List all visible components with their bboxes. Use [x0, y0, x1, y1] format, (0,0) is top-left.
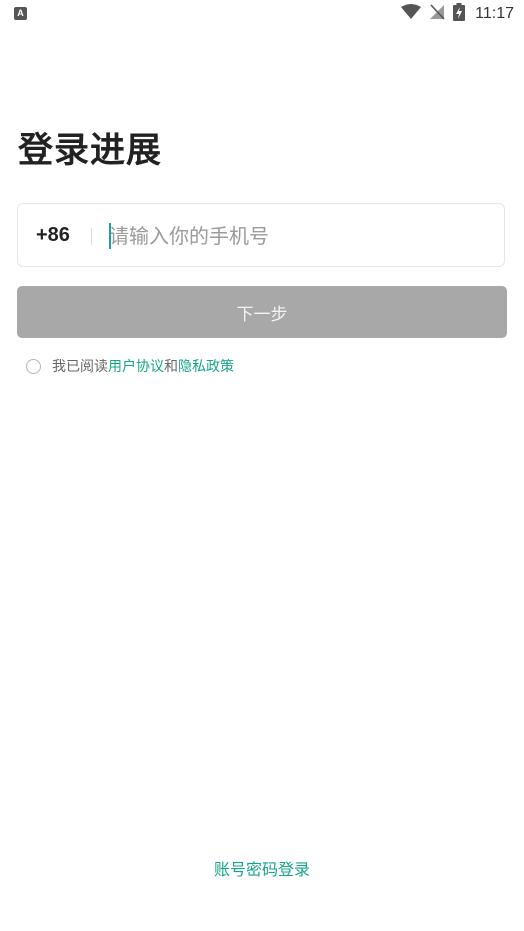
agreement-prefix: 我已阅读: [52, 359, 108, 375]
user-agreement-link[interactable]: 用户协议: [108, 356, 164, 376]
agreement-row: 我已阅读 用户协议 和 隐私政策: [26, 355, 234, 377]
battery-charging-icon: [453, 3, 466, 25]
status-time: 11:17: [475, 5, 514, 22]
wifi-icon: [401, 4, 422, 24]
privacy-policy-link[interactable]: 隐私政策: [178, 356, 234, 376]
agreement-conjunction: 和: [164, 359, 178, 375]
country-code-selector[interactable]: +86: [36, 224, 70, 247]
no-signal-icon: [429, 4, 445, 24]
account-password-login-link[interactable]: 账号密码登录: [0, 856, 524, 880]
agreement-checkbox[interactable]: [26, 358, 41, 374]
status-icons: 11:17: [401, 3, 514, 25]
phone-input[interactable]: [109, 218, 489, 254]
next-button[interactable]: 下一步: [17, 286, 507, 338]
app-notification-icon: A: [14, 7, 27, 20]
divider: [91, 228, 92, 245]
status-bar: A 11:17: [0, 0, 524, 30]
page-title: 登录进展: [18, 131, 163, 171]
phone-field[interactable]: +86: [17, 203, 505, 267]
text-caret: [109, 223, 111, 249]
